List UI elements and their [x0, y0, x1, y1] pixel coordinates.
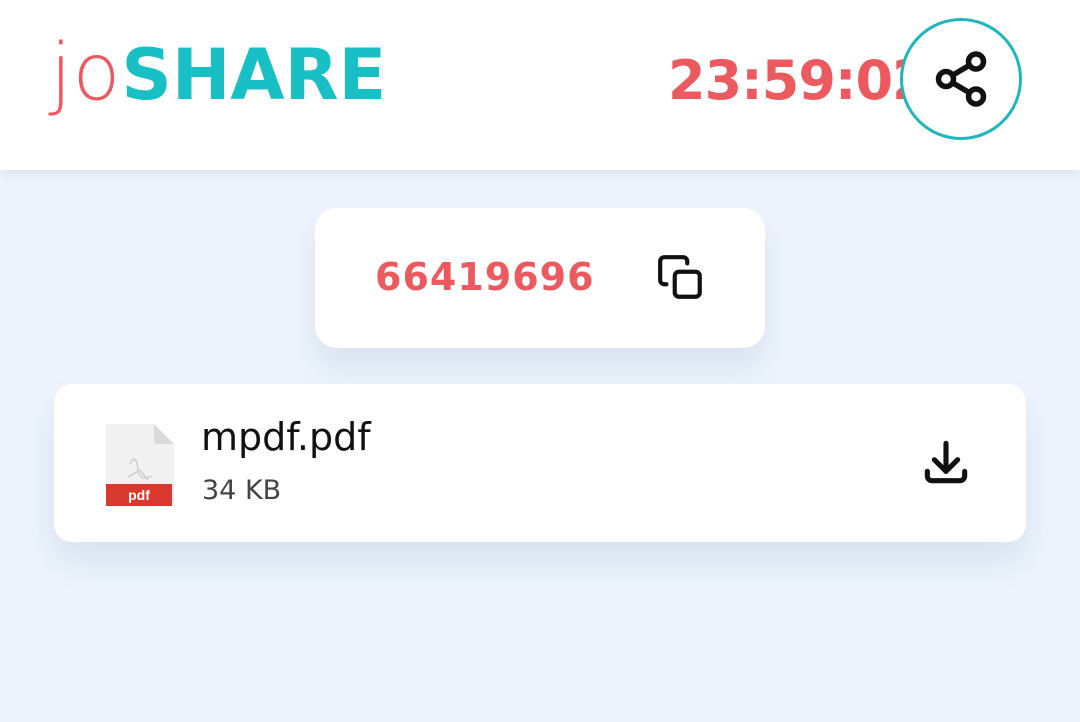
download-button[interactable]	[916, 432, 976, 492]
copy-code-button[interactable]	[655, 252, 707, 304]
file-size: 34 KB	[202, 475, 282, 506]
share-button[interactable]	[900, 18, 1022, 140]
app-logo: jo SHARE	[50, 34, 386, 124]
copy-icon	[658, 255, 702, 299]
file-item[interactable]: pdf mpdf.pdf 34 KB	[54, 384, 1026, 542]
logo-suffix: SHARE	[121, 34, 387, 116]
download-icon	[924, 440, 968, 484]
app-header: jo SHARE 23:59:02	[0, 0, 1080, 170]
pdf-file-icon: pdf	[106, 424, 174, 506]
file-name: mpdf.pdf	[201, 415, 371, 459]
logo-prefix: jo	[50, 28, 122, 118]
countdown-timer: 23:59:02	[668, 49, 930, 112]
file-type-label: pdf	[128, 487, 150, 503]
share-code-card: 66419696	[315, 208, 765, 348]
share-icon	[935, 51, 987, 107]
share-code: 66419696	[375, 255, 595, 299]
